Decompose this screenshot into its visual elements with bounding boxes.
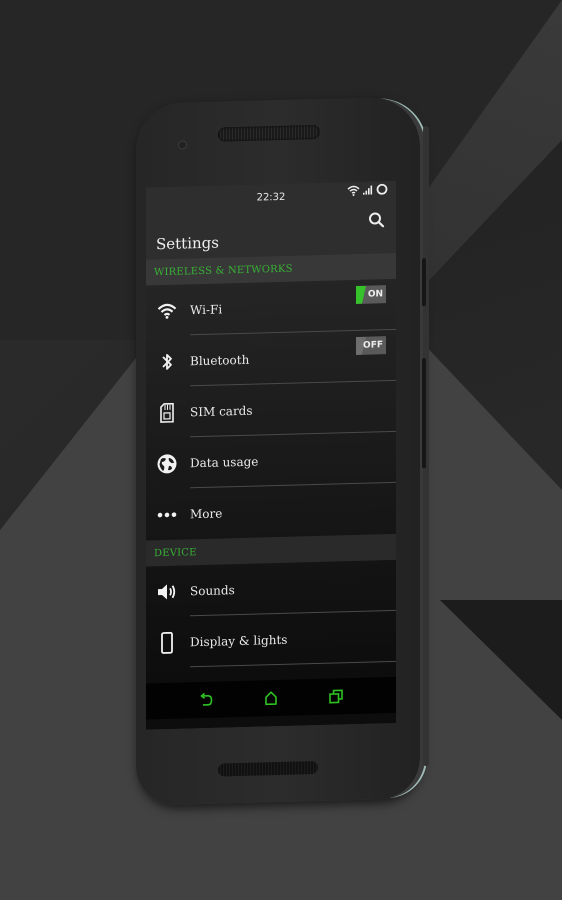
back-icon[interactable]	[199, 692, 213, 707]
settings-item-label: Sounds	[190, 582, 235, 598]
settings-item-label: Data usage	[190, 454, 259, 470]
settings-item-more[interactable]: More	[146, 483, 396, 541]
power-button[interactable]	[422, 358, 426, 469]
status-time: 22:32	[256, 191, 286, 204]
status-icons	[347, 183, 388, 196]
battery-ring-icon	[376, 183, 388, 195]
wifi-icon	[157, 303, 177, 319]
settings-item-sounds[interactable]: Sounds	[146, 560, 396, 618]
more-dots-icon	[157, 511, 177, 517]
settings-item-bluetooth[interactable]: Bluetooth OFF	[146, 330, 396, 388]
earpiece-speaker	[218, 124, 320, 142]
settings-item-label: SIM cards	[190, 403, 253, 419]
front-camera	[178, 140, 187, 150]
phone-display-icon	[161, 631, 173, 654]
settings-item-display[interactable]: Display & lights	[146, 611, 396, 669]
phone-device: 22:32 Settings WIRELESS & NETWORKS Wi-Fi…	[136, 96, 429, 806]
globe-icon	[157, 453, 177, 473]
signal-icon	[363, 185, 373, 195]
bluetooth-toggle[interactable]: OFF	[356, 336, 386, 355]
settings-item-label: Display & lights	[190, 632, 288, 649]
volume-button[interactable]	[422, 258, 426, 307]
settings-item-sim-cards[interactable]: SIM cards	[146, 381, 396, 439]
settings-item-data-usage[interactable]: Data usage	[146, 432, 396, 490]
action-bar: Settings	[146, 202, 396, 260]
toggle-state: ON	[367, 289, 383, 300]
wifi-icon	[347, 185, 360, 196]
bottom-speaker	[218, 760, 318, 777]
bluetooth-icon	[162, 353, 172, 370]
settings-item-label: Bluetooth	[190, 352, 250, 368]
toggle-indicator	[356, 286, 366, 304]
settings-item-wifi[interactable]: Wi-Fi ON	[146, 279, 396, 337]
settings-item-label: Wi-Fi	[190, 301, 223, 317]
page-title: Settings	[156, 233, 219, 254]
screen: 22:32 Settings WIRELESS & NETWORKS Wi-Fi…	[146, 180, 396, 730]
toggle-state: OFF	[363, 340, 383, 351]
settings-item-label: More	[190, 505, 223, 521]
wifi-toggle[interactable]: ON	[356, 285, 386, 304]
search-icon[interactable]	[368, 211, 386, 229]
home-icon[interactable]	[264, 691, 278, 706]
sim-card-icon	[160, 402, 174, 423]
speaker-icon	[158, 583, 176, 599]
recents-icon[interactable]	[328, 689, 343, 704]
